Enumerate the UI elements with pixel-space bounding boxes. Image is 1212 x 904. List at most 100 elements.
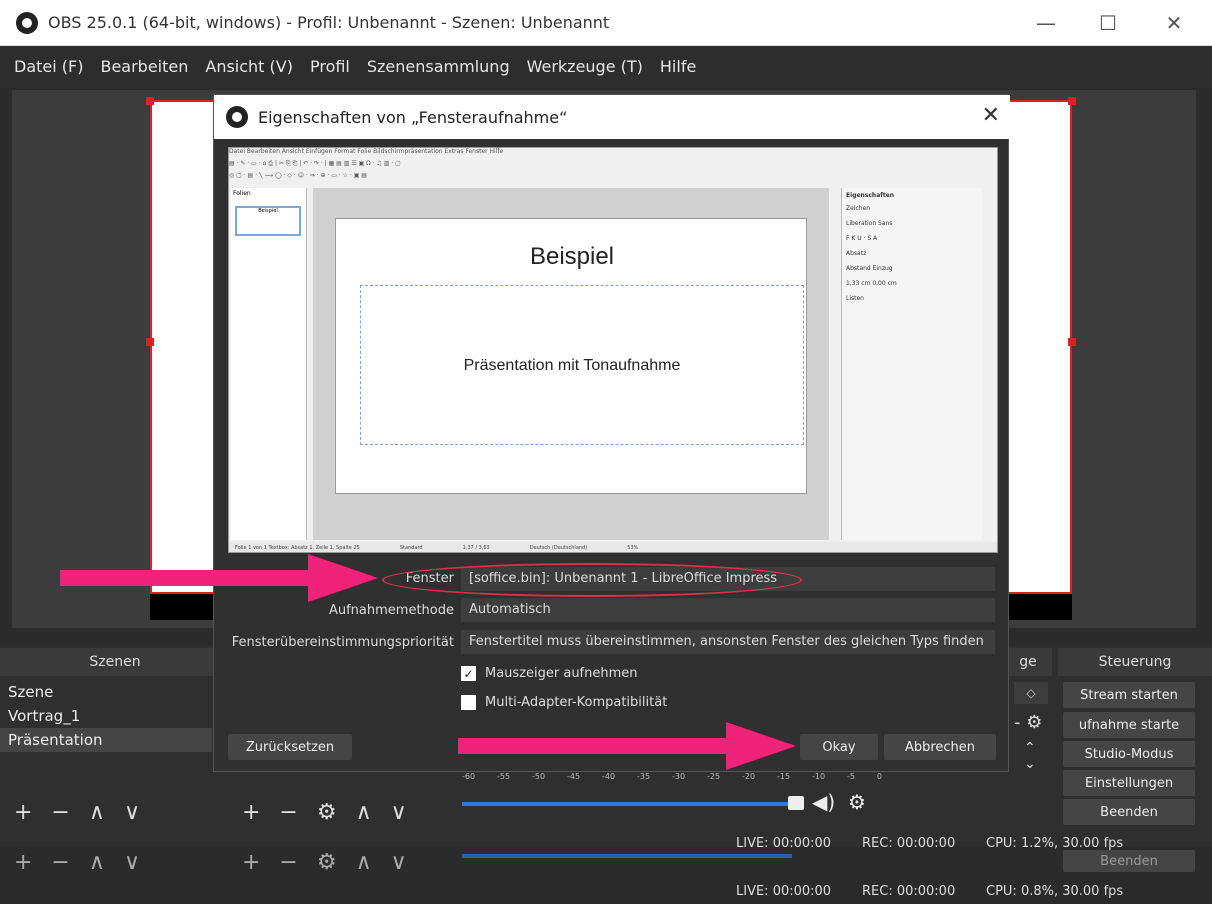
stream-start-button[interactable]: Stream starten [1063, 682, 1195, 708]
exit-button[interactable]: Beenden [1063, 799, 1195, 825]
menu-szenensammlung[interactable]: Szenensammlung [367, 57, 510, 76]
reset-button[interactable]: Zurücksetzen [228, 734, 352, 760]
audio-gear-icon[interactable]: ⚙ [848, 790, 866, 814]
live-status-ghost: LIVE: 00:00:00 [736, 884, 832, 899]
meter-tick: -5 [847, 772, 855, 781]
obs-logo-icon [16, 11, 38, 34]
dialog-title: Eigenschaften von „Fensteraufnahme“ [258, 107, 568, 127]
meter-tick: -50 [532, 772, 546, 781]
highlight-ellipse [382, 563, 802, 597]
checkbox-checked-icon[interactable]: ✓ [461, 666, 476, 681]
resize-handle[interactable] [1068, 338, 1076, 346]
mixer-spinbox[interactable]: ◇ [1014, 682, 1048, 704]
volume-slider[interactable] [462, 802, 792, 806]
close-button[interactable]: ✕ [1146, 0, 1202, 46]
mixer-dock-title: ge [1004, 648, 1052, 676]
menu-datei[interactable]: Datei (F) [14, 57, 83, 76]
checkbox-unchecked-icon[interactable] [461, 695, 476, 710]
slide-title: Beispiel [529, 243, 615, 270]
multi-adapter-checkbox[interactable]: Multi-Adapter-Kompatibilität [461, 695, 667, 710]
match-priority-select[interactable]: Fenstertitel muss übereinstimmen, ansons… [461, 630, 995, 654]
menu-bearbeiten[interactable]: Bearbeiten [100, 57, 188, 76]
mixer-scroll-icon[interactable]: ⌃ ⌄ [1024, 740, 1036, 772]
dialog-titlebar: Eigenschaften von „Fensteraufnahme“ ✕ [214, 95, 1010, 139]
meter-tick: -15 [777, 772, 791, 781]
props-line: F K U · S A [846, 235, 878, 242]
mixer-gear-icon[interactable]: - ⚙ [1014, 712, 1042, 733]
okay-button[interactable]: Okay [800, 734, 878, 760]
scene-item[interactable]: Szene [0, 680, 212, 704]
menu-bar: Datei (F) Bearbeiten Ansicht (V) Profil … [0, 46, 1212, 86]
preview-menubar: Datei Bearbeiten Ansicht Einfügen Format… [229, 148, 504, 155]
settings-button[interactable]: Einstellungen [1063, 770, 1195, 796]
props-line: Listen [846, 295, 864, 302]
meter-tick: -35 [637, 772, 651, 781]
props-line: Zeichen [846, 205, 871, 212]
props-line: Abstand Einzug [846, 265, 893, 272]
scenes-dock-title: Szenen [0, 648, 230, 676]
annotation-arrow-head-icon [726, 722, 796, 770]
maximize-button[interactable]: ☐ [1080, 0, 1136, 46]
capture-method-select[interactable]: Automatisch [461, 598, 995, 622]
annotation-arrow-head-icon [308, 554, 378, 602]
menu-profil[interactable]: Profil [310, 57, 350, 76]
studio-mode-button[interactable]: Studio-Modus [1063, 741, 1195, 767]
annotation-arrow-shaft [458, 738, 728, 754]
match-priority-label: Fensterübereinstimmungspriorität [231, 635, 454, 650]
meter-tick: -30 [672, 772, 686, 781]
scene-item-selected[interactable]: Präsentation [0, 728, 212, 752]
dialog-close-button[interactable]: ✕ [982, 103, 1000, 128]
meter-tick: -25 [707, 772, 721, 781]
preview-status-item: 1,37 / 3,63 [462, 545, 490, 551]
props-line: Absatz [846, 250, 867, 257]
properties-dialog: Eigenschaften von „Fensteraufnahme“ ✕ Da… [213, 94, 1010, 772]
resize-handle[interactable] [146, 97, 154, 105]
capture-method-label: Aufnahmemethode [328, 603, 454, 618]
slide-subtitle: Präsentation mit Tonaufnahme [463, 357, 681, 374]
preview-status-item: Folie 1 von 1 Textbox: Absatz 1, Zeile 1… [235, 545, 360, 551]
menu-ansicht[interactable]: Ansicht (V) [205, 57, 293, 76]
exit-button-ghost: Beenden [1063, 850, 1195, 872]
props-line: Liberation Sans [846, 220, 893, 227]
cpu-status-ghost: CPU: 0.8%, 30.00 fps [986, 884, 1124, 899]
meter-tick: -10 [812, 772, 826, 781]
preview-properties-panel: Eigenschaften Zeichen Liberation Sans F … [841, 188, 983, 540]
source-toolbar-ghost: + − ⚙ ∧ ∨ [242, 850, 413, 875]
meter-tick: 0 [876, 772, 882, 781]
minimize-button[interactable]: — [1018, 0, 1074, 46]
window-title: OBS 25.0.1 (64-bit, windows) - Profil: U… [48, 13, 610, 32]
volume-slider-ghost [462, 854, 792, 858]
preview-toolbar: ◎ ▢ · ▤ · ╲ ⟶ ◯ · ◇ · ☺ · ⇒ · ⊕ · ▭ · ☆ … [229, 172, 367, 179]
controls-dock-title: Steuerung [1058, 648, 1212, 676]
capture-cursor-checkbox[interactable]: ✓ Mauszeiger aufnehmen [461, 666, 638, 681]
live-status: LIVE: 00:00:00 [736, 836, 832, 851]
source-toolbar[interactable]: + − ⚙ ∧ ∨ [242, 800, 413, 825]
obs-logo-icon [226, 106, 248, 128]
meter-tick: -60 [462, 772, 476, 781]
props-title: Eigenschaften [846, 192, 895, 199]
preview-status-item: Deutsch (Deutschland) [529, 545, 588, 551]
preview-toolbar: ▤ · ✎ · ▭ · ⌂ ⎙ | ✂ ⎘ ⎗ | ↶ · ↷ · | ▦ ▤ … [229, 160, 401, 167]
cancel-button[interactable]: Abbrechen [884, 734, 996, 760]
window-capture-preview: Datei Bearbeiten Ansicht Einfügen Format… [228, 147, 998, 553]
rec-status: REC: 00:00:00 [862, 836, 956, 851]
scene-toolbar[interactable]: + − ∧ ∨ [14, 800, 146, 825]
scene-item[interactable]: Vortrag_1 [0, 704, 212, 728]
menu-werkzeuge[interactable]: Werkzeuge (T) [527, 57, 643, 76]
preview-slide-thumb: Beispiel [235, 206, 301, 236]
scene-toolbar-ghost: + − ∧ ∨ [14, 850, 147, 875]
meter-tick: -45 [567, 772, 581, 781]
annotation-arrow-shaft [60, 570, 310, 586]
resize-handle[interactable] [1068, 97, 1076, 105]
preview-slide-pane-title: Folien [233, 190, 251, 197]
multi-adapter-label: Multi-Adapter-Kompatibilität [485, 695, 668, 710]
preview-canvas: Beispiel Präsentation mit Tonaufnahme [313, 188, 829, 540]
volume-slider-handle[interactable] [788, 796, 804, 810]
resize-handle[interactable] [146, 338, 154, 346]
speaker-icon[interactable]: ◀) [812, 790, 835, 814]
menu-hilfe[interactable]: Hilfe [660, 57, 696, 76]
rec-status-ghost: REC: 00:00:00 [862, 884, 956, 899]
record-start-button[interactable]: ufnahme starte [1063, 712, 1195, 738]
preview-status-item: 53% [627, 545, 639, 551]
capture-cursor-label: Mauszeiger aufnehmen [485, 666, 638, 681]
